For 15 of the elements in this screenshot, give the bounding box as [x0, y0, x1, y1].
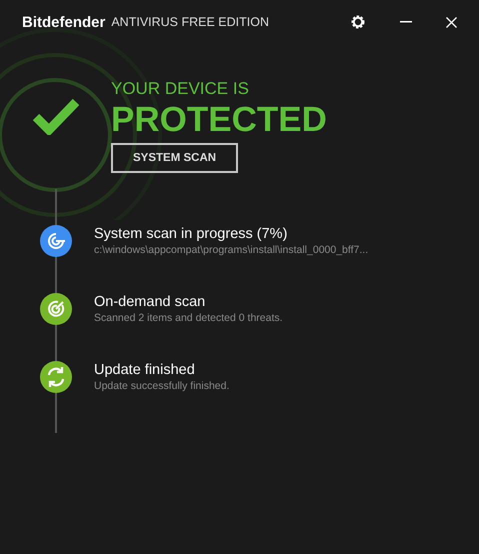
settings-icon[interactable]: [350, 14, 366, 30]
event-detail: Update successfully finished.: [94, 380, 230, 392]
minimize-icon[interactable]: [400, 21, 412, 23]
checkmark-icon: [33, 97, 79, 135]
event-title: On-demand scan: [94, 294, 206, 310]
product-edition: ANTIVIRUS FREE EDITION: [111, 15, 269, 29]
event-title: Update finished: [94, 362, 196, 378]
close-icon[interactable]: [446, 16, 457, 28]
status-subtitle: YOUR DEVICE IS: [111, 79, 249, 99]
system-scan-button[interactable]: SYSTEM SCAN: [111, 143, 238, 173]
status-title: PROTECTED: [111, 99, 327, 141]
event-detail: c:\windows\appcompat\programs\install\install_0000_bff7...: [94, 244, 368, 256]
brand-logo: Bitdefender: [22, 14, 106, 30]
event-detail: Scanned 2 items and detected 0 threats.: [94, 312, 283, 324]
event-title: System scan in progress (7%): [94, 226, 288, 242]
